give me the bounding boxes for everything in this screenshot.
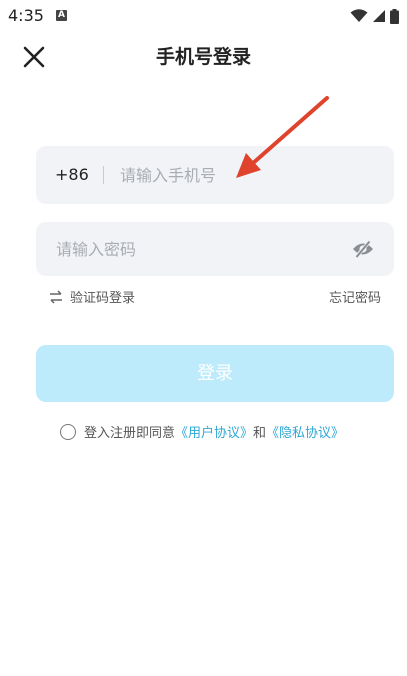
annotation-arrow	[236, 96, 329, 178]
notification-a-icon: A	[56, 10, 67, 21]
wifi-icon	[350, 9, 368, 22]
swap-icon	[50, 289, 62, 304]
user-agreement-link[interactable]: 《用户协议》	[175, 422, 253, 441]
sms-login-link[interactable]: 验证码登录	[48, 287, 135, 306]
agreement-and: 和	[253, 426, 267, 441]
agreement-row: 登入注册即同意 《用户协议》 和 《隐私协议》	[60, 422, 344, 441]
forgot-password-link[interactable]: 忘记密码	[329, 287, 381, 306]
eye-hidden-icon[interactable]	[352, 239, 374, 259]
battery-icon	[390, 8, 399, 24]
sms-login-label: 验证码登录	[70, 291, 136, 306]
password-field[interactable]	[36, 222, 394, 276]
agree-radio[interactable]	[60, 423, 76, 440]
phone-input[interactable]	[120, 146, 370, 204]
status-time: 4:35	[8, 6, 44, 25]
privacy-policy-link[interactable]: 《隐私协议》	[266, 422, 344, 441]
system-icons	[350, 8, 399, 24]
country-code[interactable]: +86	[55, 146, 89, 204]
phone-field[interactable]: +86	[36, 146, 394, 204]
signal-icon	[373, 10, 385, 22]
login-button[interactable]: 登录	[36, 345, 394, 402]
agreement-prefix: 登入注册即同意	[84, 426, 176, 441]
status-bar: 4:35 A	[0, 0, 407, 34]
divider	[103, 166, 104, 184]
page-title: 手机号登录	[155, 46, 251, 68]
password-input[interactable]	[56, 222, 326, 276]
